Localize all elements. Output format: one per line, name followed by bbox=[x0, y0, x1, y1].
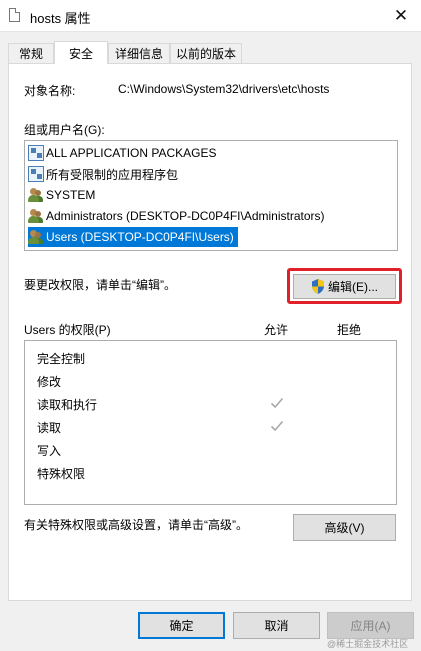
apply-button[interactable]: 应用(A) bbox=[327, 612, 414, 639]
list-item-selected[interactable]: Users (DESKTOP-DC0P4FI\Users) bbox=[28, 227, 238, 247]
window-title: hosts 属性 bbox=[30, 11, 91, 26]
file-icon bbox=[9, 8, 20, 22]
edit-button[interactable]: 编辑(E)... bbox=[293, 274, 396, 299]
permission-name: 修改 bbox=[37, 375, 62, 389]
deny-header: 拒绝 bbox=[337, 323, 362, 337]
edit-button-label: 编辑(E)... bbox=[328, 280, 378, 294]
permission-name: 写入 bbox=[37, 444, 62, 458]
close-button[interactable]: ✕ bbox=[381, 0, 421, 31]
permissions-list: 完全控制 修改 读取和执行 读取 写入 特殊权限 bbox=[24, 340, 397, 505]
users-icon bbox=[28, 229, 44, 245]
group-name: SYSTEM bbox=[46, 188, 96, 202]
tab-security[interactable]: 安全 bbox=[54, 41, 108, 64]
group-name: Users (DESKTOP-DC0P4FI\Users) bbox=[46, 230, 234, 244]
permission-name: 读取 bbox=[37, 421, 62, 435]
package-icon bbox=[28, 145, 44, 161]
list-item[interactable]: ALL APPLICATION PACKAGES bbox=[28, 143, 217, 163]
change-permissions-hint: 要更改权限，请单击“编辑”。 bbox=[24, 278, 176, 292]
list-item[interactable]: SYSTEM bbox=[28, 185, 95, 205]
list-item[interactable]: Administrators (DESKTOP-DC0P4FI\Administ… bbox=[28, 206, 325, 226]
object-name-label: 对象名称: bbox=[24, 84, 76, 98]
shield-icon bbox=[312, 279, 324, 294]
title-bar: hosts 属性 ✕ bbox=[0, 0, 421, 32]
advanced-button[interactable]: 高级(V) bbox=[293, 514, 396, 541]
group-name: Administrators (DESKTOP-DC0P4FI\Administ… bbox=[46, 209, 325, 223]
tab-general[interactable]: 常规 bbox=[8, 43, 54, 63]
tab-previous-versions[interactable]: 以前的版本 bbox=[170, 43, 242, 63]
group-name: 所有受限制的应用程序包 bbox=[46, 167, 179, 182]
permission-name: 读取和执行 bbox=[37, 398, 98, 412]
tab-details[interactable]: 详细信息 bbox=[108, 43, 170, 63]
groups-listbox[interactable]: ALL APPLICATION PACKAGES 所有受限制的应用程序包 SYS… bbox=[24, 140, 398, 251]
list-item[interactable]: 所有受限制的应用程序包 bbox=[28, 164, 178, 184]
object-name-value: C:\Windows\System32\drivers\etc\hosts bbox=[118, 82, 330, 96]
watermark: @稀土掘金技术社区 bbox=[327, 639, 409, 649]
group-name: ALL APPLICATION PACKAGES bbox=[46, 146, 217, 160]
permission-name: 特殊权限 bbox=[37, 467, 86, 481]
package-icon bbox=[28, 166, 44, 182]
check-icon bbox=[270, 397, 284, 409]
allow-header: 允许 bbox=[264, 323, 289, 337]
users-icon bbox=[28, 208, 44, 224]
advanced-hint: 有关特殊权限或高级设置，请单击“高级”。 bbox=[24, 518, 248, 532]
permissions-label: Users 的权限(P) bbox=[24, 323, 111, 337]
check-icon bbox=[270, 420, 284, 432]
cancel-button[interactable]: 取消 bbox=[233, 612, 320, 639]
ok-button[interactable]: 确定 bbox=[138, 612, 225, 639]
groups-label: 组或用户名(G): bbox=[24, 123, 105, 137]
users-icon bbox=[28, 187, 44, 203]
permission-name: 完全控制 bbox=[37, 352, 86, 366]
